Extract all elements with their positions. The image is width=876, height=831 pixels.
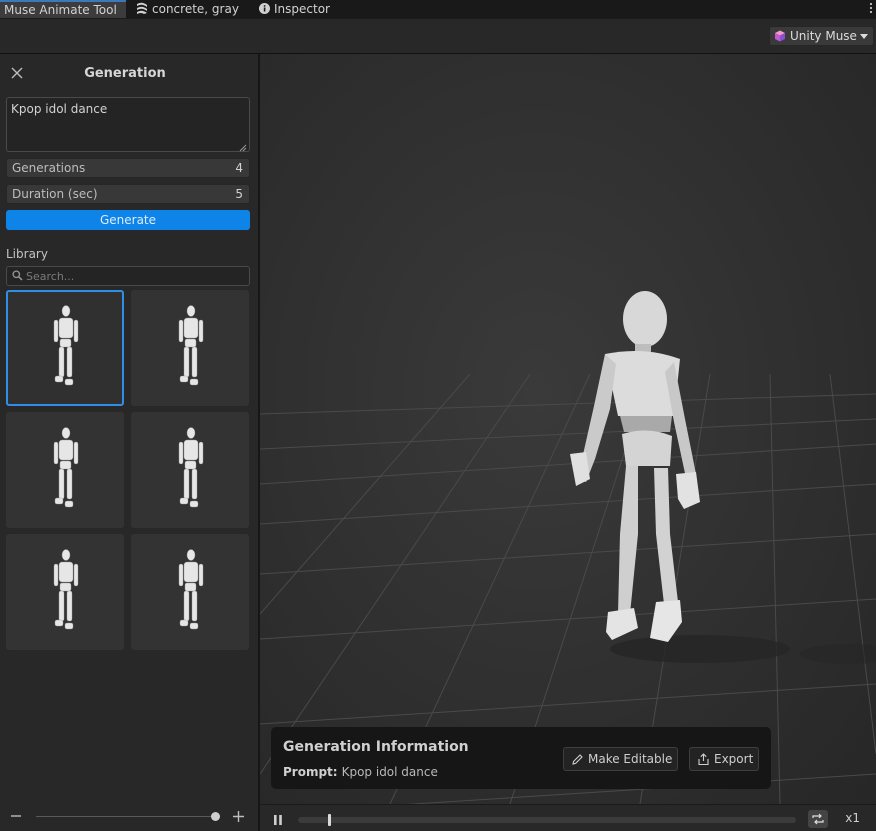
zoom-slider-track[interactable]: [36, 816, 216, 817]
figure-thumbnail-icon: [170, 425, 210, 515]
timeline-playhead[interactable]: [327, 814, 331, 826]
unity-muse-label: Unity Muse: [790, 29, 857, 43]
timeline-bar: x1: [260, 804, 876, 831]
figure-thumbnail-icon: [45, 547, 85, 637]
material-icon: [136, 1, 148, 19]
export-icon: [698, 753, 709, 766]
timeline-track[interactable]: [298, 817, 796, 823]
generate-button[interactable]: Generate: [6, 210, 250, 230]
chevron-down-icon: [860, 34, 868, 39]
info-icon: [259, 1, 270, 19]
info-title: Generation Information: [283, 739, 469, 755]
toolbar: Unity Muse: [0, 18, 876, 54]
tab-concrete-gray[interactable]: concrete, gray: [132, 0, 242, 18]
zoom-out-icon[interactable]: [10, 810, 22, 822]
info-prompt: Prompt: Kpop idol dance: [283, 765, 438, 779]
prompt-text: Kpop idol dance: [11, 102, 108, 116]
export-label: Export: [714, 752, 754, 766]
zoom-in-icon[interactable]: [232, 810, 245, 823]
figure-thumbnail-icon: [170, 303, 210, 393]
close-icon[interactable]: [10, 66, 24, 80]
prompt-value: Kpop idol dance: [341, 765, 438, 779]
make-editable-button[interactable]: Make Editable: [563, 747, 678, 771]
duration-label: Duration (sec): [12, 187, 98, 201]
search-icon: [12, 270, 23, 284]
tab-bar: Muse Animate Tool concrete, gray Inspect…: [0, 0, 876, 18]
scene-canvas: [260, 54, 876, 804]
prompt-label: Prompt:: [283, 765, 338, 779]
pencil-icon: [572, 754, 583, 765]
figure-thumbnail-icon: [45, 425, 85, 515]
prompt-textarea[interactable]: Kpop idol dance: [6, 97, 250, 152]
generations-label: Generations: [12, 161, 86, 175]
unity-muse-dropdown[interactable]: Unity Muse: [769, 26, 874, 46]
library-item[interactable]: [6, 534, 124, 650]
duration-field[interactable]: Duration (sec) 5: [6, 184, 250, 204]
duration-value[interactable]: 5: [235, 185, 243, 203]
tab-muse-animate-tool[interactable]: Muse Animate Tool: [0, 0, 126, 18]
loop-icon: [812, 813, 824, 825]
library-label: Library: [6, 247, 48, 261]
generation-panel: Generation Kpop idol dance Generations 4…: [0, 54, 258, 831]
library-item[interactable]: [131, 412, 249, 528]
tab-label: Muse Animate Tool: [4, 3, 117, 17]
library-item[interactable]: [131, 290, 249, 406]
figure-thumbnail-icon: [170, 547, 210, 637]
resize-grip-icon[interactable]: [239, 141, 247, 152]
generations-field[interactable]: Generations 4: [6, 158, 250, 178]
playback-speed[interactable]: x1: [845, 811, 860, 825]
tab-label: Inspector: [274, 2, 330, 16]
scene-viewport[interactable]: Generation Information Prompt: Kpop idol …: [260, 54, 876, 804]
panel-title: Generation: [84, 66, 166, 81]
export-button[interactable]: Export: [689, 747, 759, 771]
generations-value[interactable]: 4: [235, 159, 243, 177]
figure-thumbnail-icon: [45, 303, 85, 393]
muse-cube-icon: [774, 29, 786, 42]
generation-info-panel: Generation Information Prompt: Kpop idol …: [271, 727, 771, 789]
library-item[interactable]: [6, 412, 124, 528]
more-options-icon[interactable]: [868, 2, 874, 16]
library-search[interactable]: [6, 266, 250, 286]
loop-button[interactable]: [808, 810, 828, 828]
zoom-slider-handle[interactable]: [211, 812, 220, 821]
library-item[interactable]: [131, 534, 249, 650]
tab-label: concrete, gray: [152, 2, 239, 16]
library-item[interactable]: [6, 290, 124, 406]
make-editable-label: Make Editable: [588, 752, 673, 766]
pause-icon[interactable]: [273, 814, 283, 825]
tab-inspector[interactable]: Inspector: [255, 0, 345, 18]
search-input[interactable]: [26, 268, 241, 284]
